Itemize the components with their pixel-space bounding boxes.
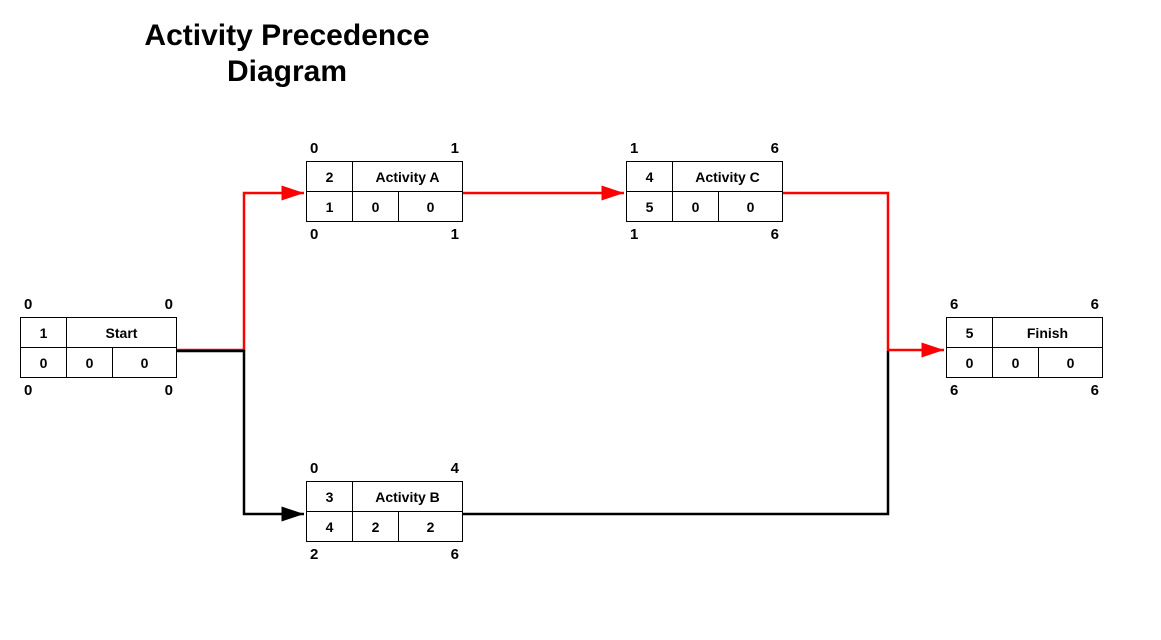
node-tf: 2 (353, 512, 399, 542)
es: 6 (950, 296, 1025, 313)
node-ff: 0 (399, 192, 463, 222)
edge-start-b (176, 351, 304, 514)
node-name: Finish (993, 318, 1103, 348)
edge-c-finish (782, 193, 944, 350)
node-id: 3 (307, 482, 353, 512)
node-ff: 2 (399, 512, 463, 542)
node-dur: 1 (307, 192, 353, 222)
ef: 0 (99, 296, 174, 313)
node-tf: 0 (67, 348, 113, 378)
ef: 6 (705, 140, 780, 157)
es: 0 (310, 460, 385, 477)
lf: 1 (385, 226, 460, 243)
lf: 6 (705, 226, 780, 243)
diagram-stage: 0 0 1 Start 0 0 0 0 0 0 1 2 A (0, 0, 1161, 640)
ef: 6 (1025, 296, 1100, 313)
node-name: Activity C (673, 162, 783, 192)
node-box: 4 Activity C 5 0 0 (626, 161, 783, 222)
es: 0 (24, 296, 99, 313)
lf: 6 (1025, 382, 1100, 399)
node-box: 1 Start 0 0 0 (20, 317, 177, 378)
edge-start-a (176, 193, 304, 350)
ls: 1 (630, 226, 705, 243)
node-activity-c: 1 6 4 Activity C 5 0 0 1 6 (626, 140, 783, 243)
node-dur: 4 (307, 512, 353, 542)
node-start: 0 0 1 Start 0 0 0 0 0 (20, 296, 177, 399)
node-ff: 0 (1039, 348, 1103, 378)
node-dur: 5 (627, 192, 673, 222)
node-id: 1 (21, 318, 67, 348)
node-box: 2 Activity A 1 0 0 (306, 161, 463, 222)
node-id: 2 (307, 162, 353, 192)
node-name: Activity A (353, 162, 463, 192)
ef: 4 (385, 460, 460, 477)
edge-b-finish (462, 351, 888, 514)
node-tf: 0 (353, 192, 399, 222)
node-ff: 0 (719, 192, 783, 222)
lf: 0 (99, 382, 174, 399)
node-activity-b: 0 4 3 Activity B 4 2 2 2 6 (306, 460, 463, 563)
node-name: Start (67, 318, 177, 348)
ls: 6 (950, 382, 1025, 399)
node-id: 4 (627, 162, 673, 192)
node-box: 3 Activity B 4 2 2 (306, 481, 463, 542)
lf: 6 (385, 546, 460, 563)
node-tf: 0 (993, 348, 1039, 378)
node-dur: 0 (21, 348, 67, 378)
node-box: 5 Finish 0 0 0 (946, 317, 1103, 378)
ls: 0 (24, 382, 99, 399)
node-dur: 0 (947, 348, 993, 378)
node-ff: 0 (113, 348, 177, 378)
node-name: Activity B (353, 482, 463, 512)
node-activity-a: 0 1 2 Activity A 1 0 0 0 1 (306, 140, 463, 243)
ls: 2 (310, 546, 385, 563)
node-tf: 0 (673, 192, 719, 222)
es: 1 (630, 140, 705, 157)
ef: 1 (385, 140, 460, 157)
ls: 0 (310, 226, 385, 243)
node-finish: 6 6 5 Finish 0 0 0 6 6 (946, 296, 1103, 399)
node-id: 5 (947, 318, 993, 348)
es: 0 (310, 140, 385, 157)
